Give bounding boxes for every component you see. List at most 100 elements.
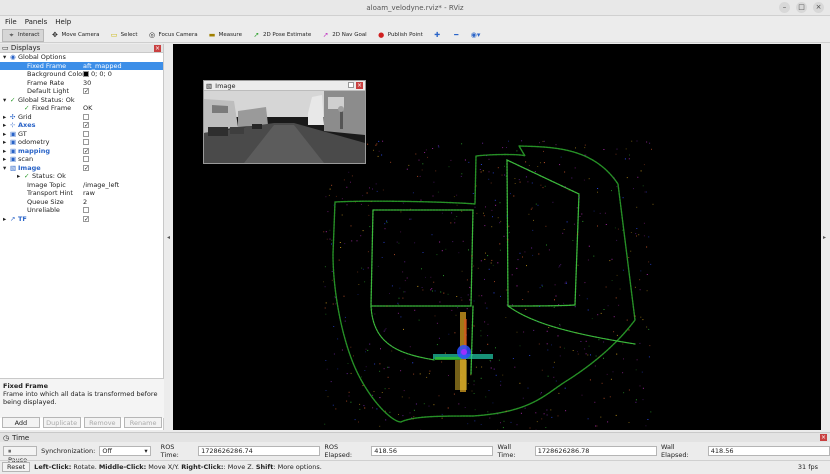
collapse-arrow-icon[interactable]: ▸ <box>3 130 6 139</box>
tree-row-value[interactable]: ✓ <box>83 215 89 224</box>
pause-button[interactable]: ⏸ Pause <box>3 446 37 456</box>
tree-row[interactable]: ▾◉Global Options <box>0 53 163 62</box>
tool-select[interactable]: ▭Select <box>106 29 142 42</box>
image-panel[interactable]: ▧ Image × <box>203 80 366 164</box>
expand-arrow-icon[interactable]: ▾ <box>3 96 6 105</box>
tree-row[interactable]: ▾✓Global Status: Ok <box>0 96 163 105</box>
tree-row[interactable]: Queue Size2 <box>0 198 163 207</box>
tree-row[interactable]: ▸▣mapping✓ <box>0 147 163 156</box>
menu-file[interactable]: File <box>5 16 17 28</box>
collapse-arrow-icon[interactable]: ▸ <box>17 172 20 181</box>
float-icon[interactable] <box>348 82 354 88</box>
tree-row[interactable]: ▸▣odometry <box>0 138 163 147</box>
tree-row[interactable]: Default Light✓ <box>0 87 163 96</box>
remove-button[interactable]: Remove <box>84 417 122 428</box>
visibility-checkbox[interactable] <box>83 131 89 137</box>
tree-row[interactable]: Background Color0; 0; 0 <box>0 70 163 79</box>
maximize-button[interactable]: □ <box>796 2 807 13</box>
tree-row[interactable]: ▾▧Image✓ <box>0 164 163 173</box>
tree-row-value[interactable]: aft_mapped <box>83 62 122 71</box>
tree-row-value[interactable] <box>83 138 89 147</box>
visibility-checkbox[interactable]: ✓ <box>83 216 89 222</box>
visibility-checkbox[interactable]: ✓ <box>83 122 89 128</box>
tree-row[interactable]: ✓Fixed FrameOK <box>0 104 163 113</box>
cloud-point <box>448 294 449 295</box>
tree-row-value[interactable]: ✓ <box>83 147 89 156</box>
close-icon[interactable]: × <box>356 82 363 89</box>
tree-row[interactable]: Unreliable <box>0 206 163 215</box>
tree-row-value[interactable]: ✓ <box>83 164 89 173</box>
tree-row[interactable]: Image Topic/image_left <box>0 181 163 190</box>
tree-row-value[interactable]: 2 <box>83 198 87 207</box>
tool-interact[interactable]: ⌖Interact <box>2 29 44 42</box>
tree-row[interactable]: ▸✣Grid <box>0 113 163 122</box>
tree-row[interactable]: ▸✓Status: Ok <box>0 172 163 181</box>
collapse-arrow-icon[interactable]: ▸ <box>3 138 6 147</box>
tool-measure[interactable]: ▬Measure <box>204 29 246 42</box>
tool-focus-camera[interactable]: ◎Focus Camera <box>144 29 202 42</box>
tool-publish-point[interactable]: ●Publish Point <box>373 29 427 42</box>
cloud-point <box>323 281 324 282</box>
tree-row-value[interactable]: ✓ <box>83 121 89 130</box>
tool-nav-goal[interactable]: ➚2D Nav Goal <box>317 29 371 42</box>
tree-row-value[interactable] <box>83 113 89 122</box>
add-button[interactable]: Add <box>2 417 40 428</box>
visibility-checkbox[interactable]: ✓ <box>83 148 89 154</box>
close-icon[interactable]: × <box>154 45 161 52</box>
close-window-button[interactable]: × <box>813 2 824 13</box>
sync-select[interactable]: Off▾ <box>99 446 150 456</box>
tool-move-camera[interactable]: ✥Move Camera <box>46 29 103 42</box>
wall-time-field[interactable]: 1728626286.78 <box>535 446 657 456</box>
tree-row-value[interactable]: /image_left <box>83 181 119 190</box>
tree-row-value[interactable]: ✓ <box>83 87 89 96</box>
add-tool-button[interactable]: ✚ <box>429 29 446 42</box>
tree-row-value[interactable]: raw <box>83 189 95 198</box>
tree-row[interactable]: Fixed Frameaft_mapped <box>0 62 163 71</box>
collapse-arrow-icon[interactable]: ▸ <box>3 155 6 164</box>
tree-row-value[interactable]: 30 <box>83 79 91 88</box>
tree-row-value[interactable] <box>83 206 89 215</box>
cloud-point <box>498 217 499 218</box>
wall-elapsed-field[interactable]: 418.56 <box>708 446 830 456</box>
tree-row[interactable]: Transport Hintraw <box>0 189 163 198</box>
visibility-checkbox[interactable] <box>83 139 89 145</box>
visibility-checkbox[interactable] <box>83 207 89 213</box>
tree-row[interactable]: ▸⊹Axes✓ <box>0 121 163 130</box>
visibility-checkbox[interactable]: ✓ <box>83 88 89 94</box>
visibility-checkbox[interactable] <box>83 114 89 120</box>
cloud-point <box>461 143 462 144</box>
minimize-button[interactable]: – <box>779 2 790 13</box>
collapse-arrow-icon[interactable]: ▸ <box>3 215 6 224</box>
rename-button[interactable]: Rename <box>124 417 162 428</box>
tool-pose-estimate[interactable]: ➚2D Pose Estimate <box>248 29 315 42</box>
cloud-point <box>589 178 590 179</box>
tool-options-button[interactable]: ◉▾ <box>467 29 484 42</box>
tree-row[interactable]: ▸↗TF✓ <box>0 215 163 224</box>
expand-arrow-icon[interactable]: ▾ <box>3 53 6 62</box>
collapse-arrow-icon[interactable]: ▸ <box>3 147 6 156</box>
color-swatch[interactable] <box>83 71 89 77</box>
menu-help[interactable]: Help <box>55 16 71 28</box>
tree-row-value[interactable] <box>83 155 89 164</box>
left-collapse-handle[interactable]: ◂ <box>164 44 173 430</box>
remove-tool-button[interactable]: ━ <box>448 29 465 42</box>
tree-row[interactable]: Frame Rate30 <box>0 79 163 88</box>
tree-row[interactable]: ▸▣GT <box>0 130 163 139</box>
cloud-point <box>344 296 345 297</box>
tree-row-value[interactable]: OK <box>83 104 92 113</box>
visibility-checkbox[interactable]: ✓ <box>83 165 89 171</box>
ros-time-field[interactable]: 1728626286.74 <box>198 446 320 456</box>
reset-button[interactable]: Reset <box>2 462 30 472</box>
visibility-checkbox[interactable] <box>83 156 89 162</box>
tree-row[interactable]: ▸▣scan <box>0 155 163 164</box>
collapse-arrow-icon[interactable]: ▸ <box>3 113 6 122</box>
tree-row-value[interactable] <box>83 130 89 139</box>
expand-arrow-icon[interactable]: ▾ <box>3 164 6 173</box>
menu-panels[interactable]: Panels <box>25 16 48 28</box>
tree-row-value[interactable]: 0; 0; 0 <box>83 70 112 79</box>
right-collapse-handle[interactable]: ▸ <box>821 44 830 430</box>
duplicate-button[interactable]: Duplicate <box>43 417 81 428</box>
collapse-arrow-icon[interactable]: ▸ <box>3 121 6 130</box>
ros-elapsed-field[interactable]: 418.56 <box>371 446 493 456</box>
close-icon[interactable]: × <box>820 434 827 441</box>
